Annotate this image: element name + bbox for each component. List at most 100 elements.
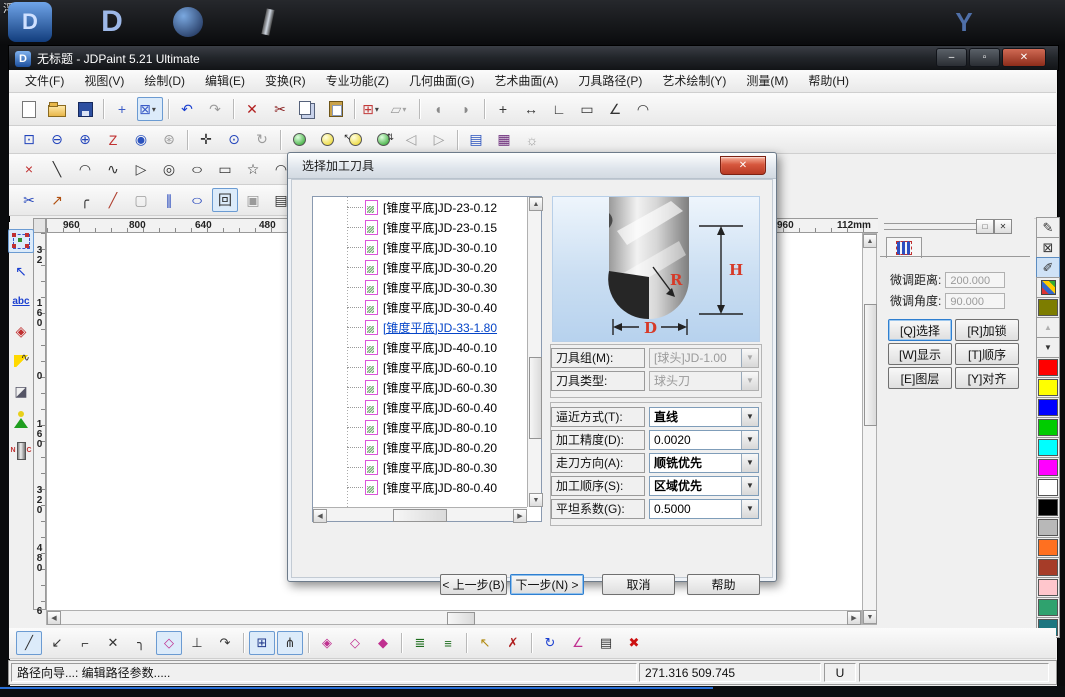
tree-scroll-right[interactable]: ▶ (513, 509, 527, 523)
tree-item[interactable]: [锥度平底]JD-40-0.10 (313, 337, 541, 357)
menu-item-11[interactable]: 测量(M) (736, 70, 798, 92)
bulb-on-button[interactable] (286, 128, 312, 152)
open-file-button[interactable] (44, 97, 70, 121)
cancel-tool-button[interactable]: ✖ (621, 631, 647, 655)
view-eye-button[interactable]: ◉ (128, 128, 154, 152)
transform-button-dropdown-arrow[interactable]: ▾ (375, 105, 384, 114)
tool-select-button[interactable] (8, 229, 34, 253)
menu-item-1[interactable]: 文件(F) (15, 70, 74, 92)
engrave-app-icon[interactable] (246, 2, 290, 42)
color-swatch-13[interactable] (1036, 597, 1060, 618)
snap-angle-button[interactable]: ∠ (565, 631, 591, 655)
snap-grid-button[interactable]: ⊞ (249, 631, 275, 655)
menu-item-6[interactable]: 专业功能(Z) (316, 70, 399, 92)
measure-arc-button[interactable]: ◠ (630, 97, 656, 121)
snap-vertex-mid-button[interactable]: ◇ (342, 631, 368, 655)
eyedropper-button[interactable]: ✐ (1036, 257, 1060, 278)
draw-circle-button[interactable]: ◎ (156, 157, 182, 181)
select-frame-button-dropdown-arrow[interactable]: ▾ (152, 105, 161, 114)
path-list-button[interactable]: ▤ (593, 631, 619, 655)
zoom-out-button[interactable]: ⊖ (44, 128, 70, 152)
field-value-box[interactable]: 90.000 (945, 293, 1005, 309)
maximize-button[interactable]: ▫ (969, 48, 1000, 67)
edit-extend-button[interactable]: ↗ (44, 188, 70, 212)
measure-point-button[interactable]: + (490, 97, 516, 121)
cut-button[interactable]: ✂ (267, 97, 293, 121)
draw-spline-button[interactable]: ∿ (100, 157, 126, 181)
draw-polyline-button[interactable]: ▷ (128, 157, 154, 181)
edit-fillet-button[interactable]: ╭ (72, 188, 98, 212)
color-mixer-button[interactable] (1036, 277, 1060, 298)
current-color-swatch[interactable] (1036, 297, 1060, 318)
color-swatch-6[interactable] (1036, 457, 1060, 478)
combo-arrow-icon[interactable]: ▼ (741, 500, 758, 518)
draw-point-button[interactable]: × (16, 157, 42, 181)
paste-button[interactable] (323, 97, 349, 121)
tree-item[interactable]: [锥度平底]JD-30-0.10 (313, 237, 541, 257)
dock-tab[interactable] (886, 237, 922, 258)
transform-button[interactable]: ⊞▾ (360, 97, 386, 121)
next-button[interactable]: 下一步(N) > (510, 574, 584, 595)
palette-scroll-down-button[interactable]: ▼ (1036, 337, 1060, 358)
measure-step-button[interactable]: ∟ (546, 97, 572, 121)
snap-perpendicular-button[interactable]: ⊥ (184, 631, 210, 655)
tree-vertical-scrollbar[interactable]: ▲ ▼ (527, 197, 541, 507)
menu-item-2[interactable]: 视图(V) (74, 70, 134, 92)
tool-text-button[interactable]: abc (8, 289, 34, 313)
edit-nested-offset-button[interactable]: 回 (212, 188, 238, 212)
hscroll-thumb[interactable] (447, 612, 475, 625)
snap-free-point-button[interactable]: ╱ (16, 631, 42, 655)
panel-button-1[interactable]: [Q]选择 (888, 319, 952, 341)
combo-arrow-icon[interactable]: ▼ (741, 408, 758, 426)
combo-arrow-icon[interactable]: ▼ (741, 477, 758, 495)
color-swatch-5[interactable] (1036, 437, 1060, 458)
tree-item[interactable]: [锥度平底]JD-23-0.12 (313, 197, 541, 217)
tree-item[interactable]: [锥度平底]JD-60-0.40 (313, 397, 541, 417)
relief-tool-b-button[interactable]: ◗ (453, 97, 479, 121)
snap-arc-button[interactable]: ╮ (128, 631, 154, 655)
color-swatch-4[interactable] (1036, 417, 1060, 438)
tree-vscroll-thumb[interactable] (529, 357, 542, 439)
copy-button[interactable] (295, 97, 321, 121)
y-logo-icon[interactable]: Y (942, 2, 986, 42)
tree-item[interactable]: [锥度平底]JD-80-0.40 (313, 477, 541, 497)
measure-rect-button[interactable]: ▭ (574, 97, 600, 121)
sphere-app-icon[interactable] (166, 2, 210, 42)
color-swatch-2[interactable] (1036, 377, 1060, 398)
tool-tree-list[interactable]: [锥度平底]JD-23-0.12[锥度平底]JD-23-0.15[锥度平底]JD… (312, 196, 542, 522)
draw-ellipse-button[interactable]: ○ (184, 157, 210, 181)
snap-quadrant-button[interactable]: ◇ (156, 631, 182, 655)
tree-item[interactable]: [锥度平底]JD-80-0.30 (313, 457, 541, 477)
tree-item[interactable]: [锥度平底]JD-60-0.10 (313, 357, 541, 377)
tree-item[interactable]: [锥度平底]JD-60-0.30 (313, 377, 541, 397)
bulb-off-button[interactable] (314, 128, 340, 152)
menu-item-3[interactable]: 绘制(D) (134, 70, 195, 92)
scroll-up-arrow[interactable]: ▲ (863, 234, 877, 248)
zoom-actual-button[interactable]: ⊙ (221, 128, 247, 152)
tool-curve-trace-button[interactable] (8, 349, 34, 373)
snap-layer-top-button[interactable]: ≡ (435, 631, 461, 655)
color-swatch-1[interactable] (1036, 357, 1060, 378)
menu-item-7[interactable]: 几何曲面(G) (399, 70, 484, 92)
select-frame-button[interactable]: ⊠▾ (137, 97, 163, 121)
snap-axis-button[interactable]: ⋔ (277, 631, 303, 655)
tree-item[interactable]: [锥度平底]JD-33-1.80 (313, 317, 541, 337)
tree-horizontal-scrollbar[interactable]: ◀ ▶ (313, 507, 527, 521)
back-button[interactable]: < 上一步(B) (440, 574, 507, 595)
menu-item-12[interactable]: 帮助(H) (798, 70, 859, 92)
measure-angle-button[interactable]: ∠ (602, 97, 628, 121)
close-button[interactable]: ✕ (1002, 48, 1046, 67)
canvas-vertical-scrollbar[interactable]: ▲ ▼ (862, 233, 877, 625)
field-value-box[interactable]: 200.000 (945, 272, 1005, 288)
bulb-pick-button[interactable] (342, 128, 368, 152)
point-tool-button[interactable]: + (109, 97, 135, 121)
field-combo-5[interactable]: 0.5000▼ (649, 499, 759, 519)
tool-node-edit-button[interactable]: ↖ (8, 259, 34, 283)
color-swatch-3[interactable] (1036, 397, 1060, 418)
panel-button-5[interactable]: [E]图层 (888, 367, 952, 389)
jdpaint-logo-icon[interactable]: D (90, 2, 134, 42)
no-color-button[interactable]: ⊠ (1036, 237, 1060, 258)
menu-item-9[interactable]: 刀具路径(P) (568, 70, 652, 92)
measure-distance-button[interactable]: ↔ (518, 97, 544, 121)
canvas-horizontal-scrollbar[interactable]: ◀ ▶ (46, 610, 862, 625)
